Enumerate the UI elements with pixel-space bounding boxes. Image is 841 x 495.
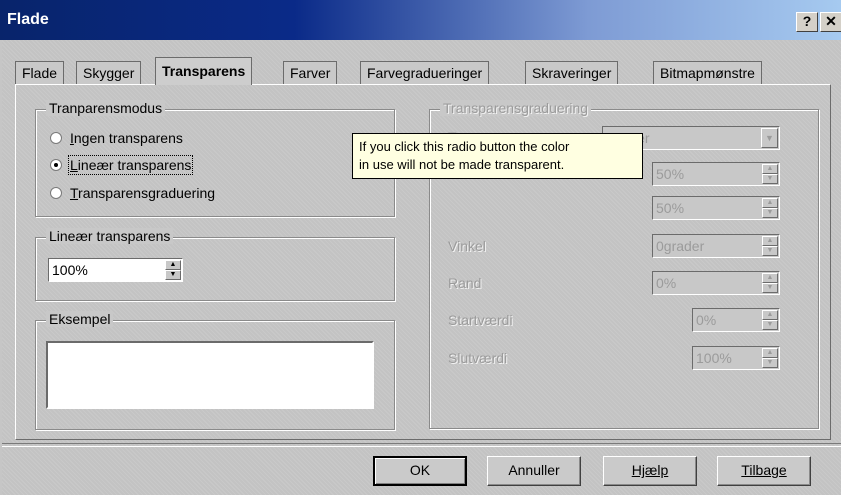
radio-button[interactable]	[50, 187, 62, 199]
spinner[interactable]: ▲ ▼	[762, 310, 778, 330]
spinner[interactable]: ▲ ▼	[762, 198, 778, 218]
dialog-body: Flade Skygger Transparens Farver Farvegr…	[2, 40, 841, 495]
spinner[interactable]: ▲ ▼	[762, 236, 778, 256]
tab-farvegradueringer[interactable]: Farvegradueringer	[360, 61, 490, 85]
radio-button[interactable]	[50, 132, 62, 144]
angle-spinbox[interactable]: 0grader ▲ ▼	[652, 234, 780, 258]
center-y-spinbox[interactable]: 50% ▲ ▼	[652, 196, 780, 220]
example-group: Eksempel	[35, 311, 395, 430]
end-value-label: Slutværdi	[448, 350, 508, 366]
mode-group-label: Tranparensmodus	[46, 100, 166, 116]
help-button-label: Hjælp	[631, 462, 669, 478]
help-icon[interactable]: ?	[796, 12, 818, 32]
ok-button[interactable]: OK	[373, 456, 467, 486]
gradient-group-label: Transparensgraduering	[440, 100, 592, 116]
tab-skraveringer[interactable]: Skraveringer	[525, 61, 619, 85]
spin-down-icon: ▼	[165, 270, 181, 280]
spinner[interactable]: ▲ ▼	[762, 164, 778, 184]
tooltip: If you click this radio button the color…	[352, 133, 643, 179]
example-preview	[46, 341, 374, 409]
tab-farver[interactable]: Farver	[283, 61, 338, 85]
linear-transparency-spinbox[interactable]: 100% ▲ ▼	[48, 258, 183, 282]
linear-group: Lineær transparens 100% ▲ ▼	[35, 228, 395, 301]
tab-flade[interactable]: Flade	[15, 61, 65, 85]
center-x-spinbox[interactable]: 50% ▲ ▼	[652, 162, 780, 186]
chevron-down-icon[interactable]: ▼	[761, 128, 778, 148]
reset-button-label: Tilbage	[741, 462, 787, 478]
radio-button[interactable]	[50, 159, 62, 171]
spin-up-icon: ▲	[165, 260, 181, 270]
spinner[interactable]: ▲ ▼	[165, 260, 181, 280]
window-title: Flade	[7, 11, 49, 28]
linear-group-label: Lineær transparens	[46, 228, 174, 244]
border-label: Rand	[448, 275, 482, 291]
title-bar: Flade ? ✕	[0, 0, 841, 40]
mode-group: Tranparensmodus Ingen transparens Lineær…	[35, 100, 395, 217]
border-spinbox[interactable]: 0% ▲ ▼	[652, 271, 780, 295]
example-group-label: Eksempel	[46, 311, 114, 327]
linear-transparency-value: 100%	[52, 262, 88, 278]
start-value-spinbox[interactable]: 0% ▲ ▼	[692, 308, 780, 332]
help-button[interactable]: Hjælp	[603, 456, 697, 486]
divider	[2, 443, 841, 447]
end-value-spinbox[interactable]: 100% ▲ ▼	[692, 346, 780, 370]
start-value-label: Startværdi	[448, 312, 513, 328]
tab-bitmapmonstre[interactable]: Bitmapmønstre	[653, 61, 762, 85]
reset-button[interactable]: Tilbage	[717, 456, 811, 486]
tab-transparens[interactable]: Transparens	[155, 57, 253, 85]
spinner[interactable]: ▲ ▼	[762, 273, 778, 293]
cancel-button[interactable]: Annuller	[487, 456, 581, 486]
tab-skygger[interactable]: Skygger	[76, 61, 142, 85]
spinner[interactable]: ▲ ▼	[762, 348, 778, 368]
close-icon[interactable]: ✕	[820, 12, 841, 32]
tooltip-line-2: in use will not be made transparent.	[359, 157, 565, 172]
angle-label: Vinkel	[448, 238, 486, 254]
tooltip-line-1: If you click this radio button the color	[359, 139, 570, 154]
